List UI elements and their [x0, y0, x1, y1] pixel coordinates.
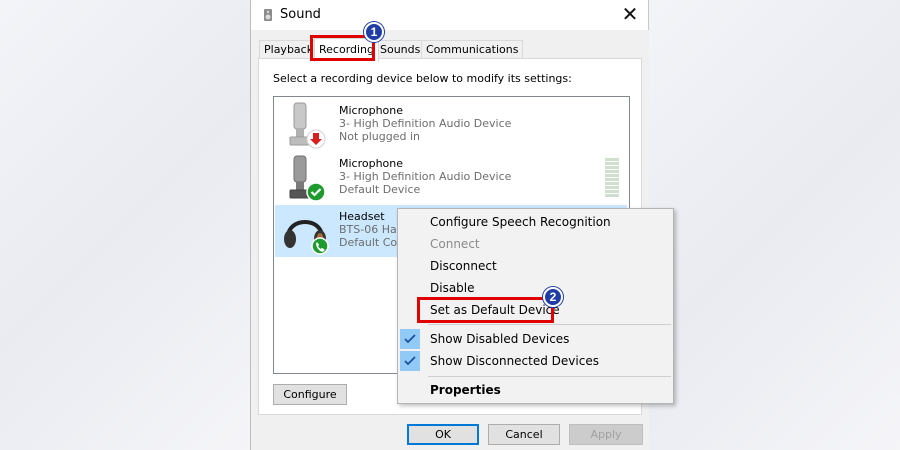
background-left: [0, 0, 250, 450]
menu-item-show-disabled[interactable]: Show Disabled Devices: [398, 328, 673, 350]
device-driver: BTS-06 Han: [339, 223, 404, 236]
cancel-button[interactable]: Cancel: [488, 424, 560, 445]
apply-button[interactable]: Apply: [569, 424, 643, 445]
close-button[interactable]: ✕: [617, 2, 643, 28]
menu-item-connect[interactable]: Connect: [398, 233, 673, 255]
microphone-icon: [289, 155, 326, 202]
device-item[interactable]: Microphone 3- High Definition Audio Devi…: [275, 152, 627, 204]
menu-separator: [428, 376, 671, 377]
device-driver: 3- High Definition Audio Device: [339, 117, 512, 130]
check-icon: [306, 182, 326, 202]
device-name: Microphone: [339, 157, 404, 170]
device-status: Default Device: [339, 183, 421, 196]
device-driver: 3- High Definition Audio Device: [339, 170, 512, 183]
close-icon: ✕: [621, 2, 639, 26]
step-badge-1: 1: [364, 22, 384, 42]
ok-button[interactable]: OK: [407, 424, 479, 445]
menu-separator: [428, 324, 671, 325]
menu-item-set-default[interactable]: Set as Default Device: [398, 299, 673, 321]
device-status: Default Co: [339, 236, 398, 249]
title-bar: Sound ✕: [251, 0, 649, 30]
phone-icon: [311, 237, 329, 255]
menu-item-disable[interactable]: Disable: [398, 277, 673, 299]
device-status: Not plugged in: [339, 130, 421, 143]
menu-item-show-disconnected[interactable]: Show Disconnected Devices: [398, 350, 673, 372]
tab-playback[interactable]: Playback: [259, 40, 319, 60]
window-title: Sound: [280, 7, 321, 22]
device-item[interactable]: Microphone 3- High Definition Audio Devi…: [275, 99, 627, 151]
speaker-icon: [264, 9, 272, 21]
step-badge-2: 2: [543, 287, 563, 307]
menu-item-properties[interactable]: Properties: [398, 379, 673, 401]
instruction-text: Select a recording device below to modif…: [273, 72, 572, 85]
device-name: Microphone: [339, 104, 404, 117]
background-right: [648, 0, 900, 450]
menu-item-disconnect[interactable]: Disconnect: [398, 255, 673, 277]
tab-communications[interactable]: Communications: [421, 40, 524, 60]
microphone-icon: [289, 102, 326, 149]
context-menu: Configure Speech Recognition Connect Dis…: [397, 208, 674, 404]
headset-icon: [284, 220, 329, 255]
device-name: Headset: [339, 210, 385, 223]
tab-sounds[interactable]: Sounds: [375, 40, 426, 60]
level-meter: [605, 158, 619, 198]
tab-recording[interactable]: Recording: [314, 38, 380, 62]
menu-item-configure-speech[interactable]: Configure Speech Recognition: [398, 211, 673, 233]
configure-button[interactable]: Configure: [273, 384, 347, 405]
